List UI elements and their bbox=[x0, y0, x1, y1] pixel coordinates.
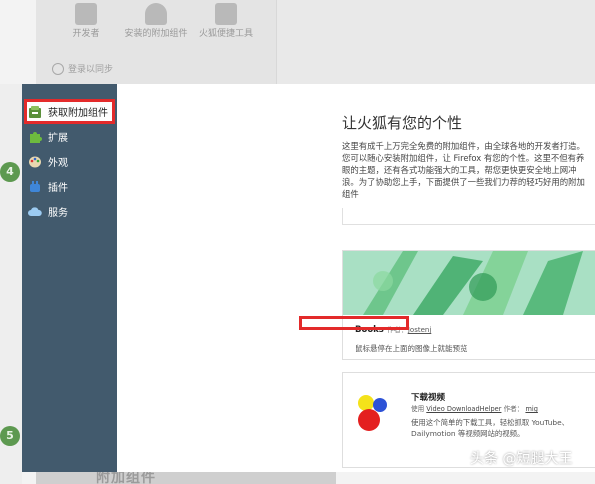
sidebar-item-extensions[interactable]: 扩展 bbox=[22, 124, 117, 149]
page-title: 让火狐有您的个性 bbox=[342, 114, 463, 132]
plugin-icon bbox=[28, 180, 42, 194]
toolbox-label: 火狐便捷工具 bbox=[198, 29, 253, 39]
addon-name-link[interactable]: Video DownloadHelper bbox=[426, 405, 501, 413]
wrench-icon bbox=[75, 3, 97, 25]
sidebar-item-label: 服务 bbox=[48, 208, 68, 219]
sync-icon bbox=[52, 62, 64, 75]
addon-card-books[interactable]: Books 作者：Jostenj 鼠标悬停在上面的图像上就能预览 bbox=[342, 250, 595, 360]
watermark: 头条 @短腿大王 bbox=[470, 451, 573, 467]
background-menu-panel: 开发者 安装的附加组件 火狐便捷工具 登录以同步 bbox=[36, 0, 276, 84]
sidebar-item-label: 插件 bbox=[48, 183, 68, 194]
cloud-icon bbox=[28, 205, 42, 219]
author-link[interactable]: mig bbox=[525, 405, 537, 413]
sync-label: 登录以同步 bbox=[68, 65, 114, 75]
puzzle-icon bbox=[28, 130, 42, 144]
addon-description: 鼠标悬停在上面的图像上就能预览 bbox=[355, 344, 468, 353]
toolbox-tool: 火狐便捷工具 bbox=[186, 0, 266, 40]
divider bbox=[342, 208, 343, 224]
sidebar-item-label: 扩展 bbox=[48, 133, 68, 144]
sidebar-item-get-addons[interactable]: 获取附加组件 bbox=[24, 99, 115, 124]
meta-prefix: 使用 bbox=[411, 405, 425, 413]
addons-sidebar: 获取附加组件 扩展 外观 插件 服务 bbox=[22, 84, 117, 472]
palette-icon bbox=[28, 155, 42, 169]
developer-label: 开发者 bbox=[72, 29, 100, 39]
sidebar-item-label: 外观 bbox=[48, 158, 68, 169]
sidebar-item-appearance[interactable]: 外观 bbox=[22, 149, 117, 174]
get-addons-icon bbox=[28, 105, 42, 119]
toolbox-icon bbox=[215, 3, 237, 25]
sync-item: 登录以同步 bbox=[52, 62, 113, 75]
installed-addons-label: 安装的附加组件 bbox=[124, 29, 188, 39]
addon-description: 使用这个简单的下载工具，轻松抓取 YouTube、Dailymotion 等视频… bbox=[411, 418, 570, 438]
addon-meta: 使用 Video DownloadHelper 作者： mig bbox=[411, 403, 538, 413]
addon-banner-image bbox=[343, 251, 595, 315]
page-description: 这里有成千上万完全免费的附加组件，由全球各地的开发者打造。您可以随心安装附加组件… bbox=[342, 141, 585, 199]
bottom-text: 附加组件 bbox=[96, 470, 156, 484]
addon-title: 下载视频 bbox=[411, 393, 446, 403]
sidebar-item-label: 获取附加组件 bbox=[48, 108, 108, 119]
addons-main-pane: 让火狐有您的个性 这里有成千上万完全免费的附加组件，由全球各地的开发者打造。您可… bbox=[117, 84, 595, 472]
background-left-strip bbox=[0, 84, 22, 484]
sidebar-item-services[interactable]: 服务 bbox=[22, 199, 117, 224]
background-page bbox=[276, 0, 595, 84]
person-icon bbox=[145, 3, 167, 25]
sidebar-item-plugins[interactable]: 插件 bbox=[22, 174, 117, 199]
author-link[interactable]: Jostenj bbox=[408, 326, 431, 334]
background-bottom-strip: 附加组件 bbox=[36, 470, 336, 484]
developer-tool: 开发者 bbox=[46, 0, 126, 40]
installed-addons-tool: 安装的附加组件 bbox=[116, 0, 196, 40]
annotation-highlight-box bbox=[299, 316, 409, 330]
author-prefix: 作者： bbox=[503, 405, 524, 413]
video-downloadhelper-icon bbox=[353, 393, 393, 439]
step-badge: 5 bbox=[0, 426, 20, 446]
divider bbox=[342, 224, 595, 225]
step-badge: 4 bbox=[0, 162, 20, 182]
